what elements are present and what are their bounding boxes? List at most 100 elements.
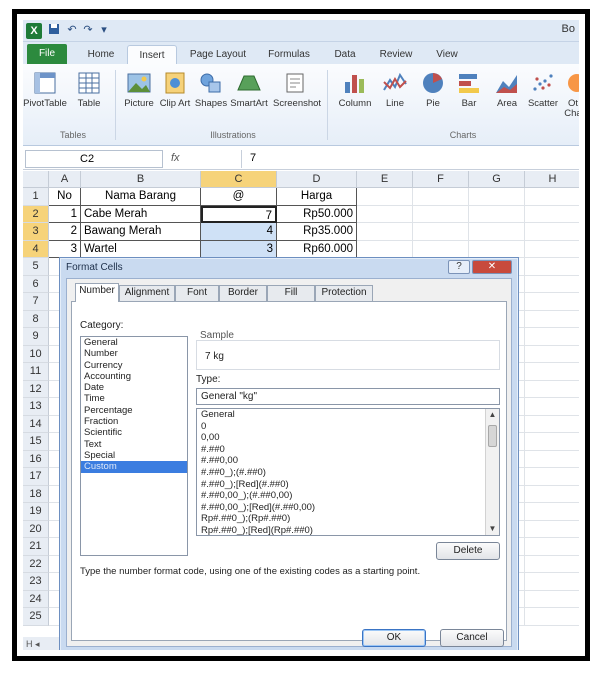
tab-alignment[interactable]: Alignment [119,285,175,301]
cell-b2[interactable]: Cabe Merah [81,205,201,223]
empty-cell[interactable] [469,188,525,206]
empty-cell[interactable] [525,241,579,258]
category-item[interactable]: Fraction [81,416,187,427]
empty-cell[interactable] [525,556,579,573]
empty-cell[interactable] [525,451,579,468]
tab-review[interactable]: Review [371,45,421,64]
empty-cell[interactable] [525,433,579,451]
formula-input[interactable]: 7 [241,150,577,168]
row-header-10[interactable]: 10 [23,345,49,363]
empty-cell[interactable] [357,205,413,223]
format-item[interactable]: General [197,409,499,421]
format-item[interactable]: 0 [197,421,499,433]
empty-cell[interactable] [525,346,579,363]
row-header-21[interactable]: 21 [23,538,49,556]
empty-cell[interactable] [525,503,579,521]
redo-icon[interactable]: ↷ [81,23,95,37]
sheet-navigation[interactable]: H ◂ [23,637,61,650]
cell-a4[interactable]: 3 [49,240,81,258]
scroll-up-icon[interactable]: ▲ [486,409,499,421]
cell-c2[interactable]: 7 [201,205,277,223]
format-item[interactable]: #.##0 [197,444,499,456]
empty-cell[interactable] [525,486,579,503]
customize-qat-icon[interactable]: ▾ [97,23,111,37]
empty-cell[interactable] [525,591,579,608]
type-input[interactable]: General "kg" [196,388,500,405]
category-item[interactable]: General [81,337,187,348]
empty-cell[interactable] [525,293,579,311]
format-item[interactable]: Rp#.##0_);[Red](Rp#.##0) [197,525,499,535]
row-header-20[interactable]: 20 [23,520,49,538]
row-header-8[interactable]: 8 [23,310,49,328]
pivottable-button[interactable]: PivotTable [23,68,67,126]
column-header-a[interactable]: A [49,171,81,188]
scatter-chart-button[interactable]: Scatter [521,68,565,126]
smartart-button[interactable]: SmartArt [227,68,271,126]
format-item[interactable]: #.##0_);[Red](#.##0) [197,479,499,491]
empty-cell[interactable] [525,608,579,626]
row-header-14[interactable]: 14 [23,415,49,433]
empty-cell[interactable] [525,521,579,538]
category-item[interactable]: Time [81,393,187,404]
column-chart-button[interactable]: Column [333,68,377,126]
category-item[interactable]: Accounting [81,371,187,382]
insert-function-icon[interactable]: fx [171,150,231,168]
tab-fill[interactable]: Fill [267,285,315,301]
cell-d3[interactable]: Rp35.000 [277,223,357,241]
row-header-6[interactable]: 6 [23,275,49,293]
row-header-13[interactable]: 13 [23,398,49,416]
category-item[interactable]: Percentage [81,405,187,416]
empty-cell[interactable] [413,223,469,241]
table-button[interactable]: Table [67,68,111,126]
help-button[interactable]: ? [448,260,470,274]
category-item[interactable]: Number [81,348,187,359]
cell-b3[interactable]: Bawang Merah [81,223,201,241]
ok-button[interactable]: OK [362,629,426,647]
cell-a3[interactable]: 2 [49,223,81,241]
empty-cell[interactable] [413,205,469,223]
row-header-24[interactable]: 24 [23,590,49,608]
row-header-23[interactable]: 23 [23,573,49,591]
row-header-18[interactable]: 18 [23,485,49,503]
cell-c3[interactable]: 4 [201,223,277,241]
undo-icon[interactable]: ↶ [65,23,79,37]
empty-cell[interactable] [469,223,525,241]
tab-data[interactable]: Data [325,45,365,64]
column-header-h[interactable]: H [525,171,579,188]
empty-cell[interactable] [525,416,579,433]
format-item[interactable]: #.##0,00_);[Red](#.##0,00) [197,502,499,514]
column-header-e[interactable]: E [357,171,413,188]
tab-font[interactable]: Font [175,285,219,301]
cell-b1[interactable]: Nama Barang [81,188,201,206]
empty-cell[interactable] [525,276,579,293]
close-button[interactable]: ✕ [472,260,512,274]
empty-cell[interactable] [525,363,579,381]
screenshot-button[interactable]: Screenshot [273,68,321,126]
empty-cell[interactable] [357,223,413,241]
empty-cell[interactable] [469,240,525,258]
category-item[interactable]: Currency [81,360,187,371]
row-header-25[interactable]: 25 [23,608,49,626]
tab-insert[interactable]: Insert [127,45,177,64]
empty-cell[interactable] [525,223,579,241]
category-item[interactable]: Scientific [81,427,187,438]
row-header-3[interactable]: 3 [23,223,49,241]
format-item[interactable]: #.##0,00_);(#.##0,00) [197,490,499,502]
empty-cell[interactable] [469,205,525,223]
row-header-15[interactable]: 15 [23,433,49,451]
empty-cell[interactable] [525,538,579,556]
row-header-9[interactable]: 9 [23,328,49,346]
select-all-corner[interactable] [23,171,49,188]
tab-formulas[interactable]: Formulas [261,45,317,64]
format-code-list[interactable]: General 0 0,00 #.##0 #.##0,00 #.##0_);(#… [196,408,500,536]
empty-cell[interactable] [525,206,579,223]
category-item[interactable]: Date [81,382,187,393]
delete-button[interactable]: Delete [436,542,500,560]
row-header-22[interactable]: 22 [23,555,49,573]
cell-c4[interactable]: 3 [201,240,277,258]
empty-cell[interactable] [413,188,469,206]
tab-file[interactable]: File [27,44,67,64]
category-item-selected[interactable]: Custom [81,461,187,473]
save-icon[interactable] [47,23,61,37]
category-item[interactable]: Text [81,439,187,450]
